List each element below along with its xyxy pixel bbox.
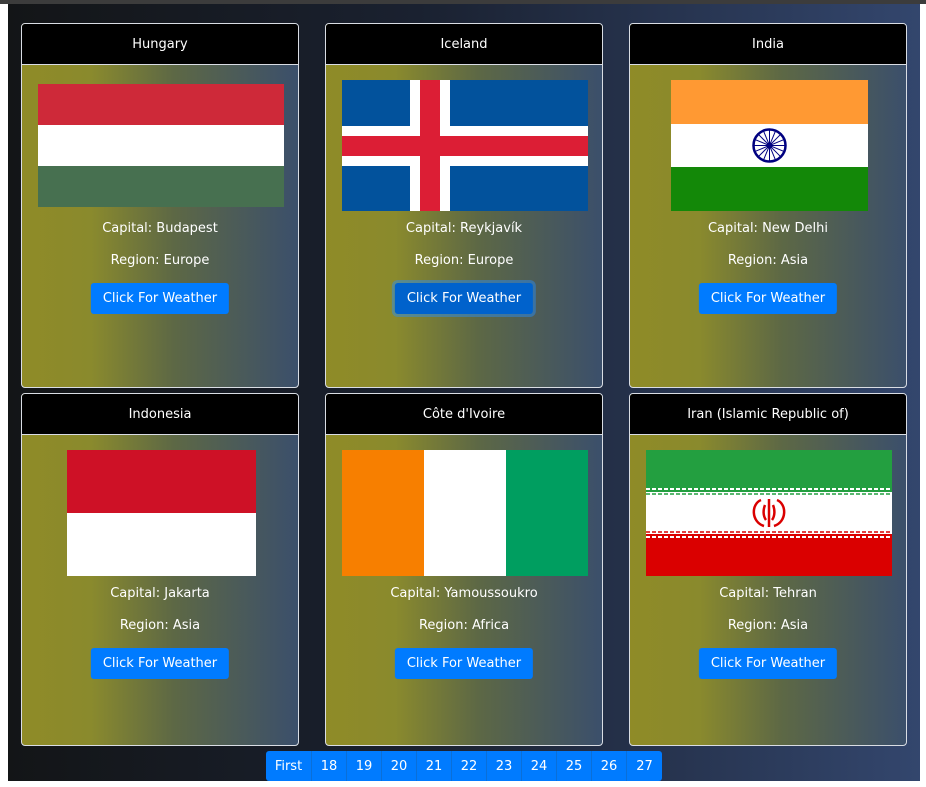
page-left-margin: [0, 4, 8, 787]
region-text: Region: Europe: [110, 253, 210, 268]
weather-button[interactable]: Click For Weather: [394, 648, 534, 679]
weather-button[interactable]: Click For Weather: [698, 283, 838, 314]
weather-button[interactable]: Click For Weather: [90, 283, 230, 314]
card-title: India: [630, 24, 906, 65]
country-card-cote-divoire: Côte d'Ivoire Capital: Yamoussoukro Regi…: [325, 393, 603, 746]
card-title: Hungary: [22, 24, 298, 65]
page-button-25[interactable]: 25: [557, 751, 592, 781]
iceland-flag-image: [342, 80, 588, 211]
country-card-indonesia: Indonesia Capital: Jakarta Region: Asia …: [21, 393, 299, 746]
region-text: Region: Asia: [727, 618, 809, 633]
capital-text: Capital: Yamoussoukro: [390, 586, 538, 601]
capital-text: Capital: Tehran: [719, 586, 817, 601]
page-button-22[interactable]: 22: [452, 751, 487, 781]
page-button-24[interactable]: 24: [522, 751, 557, 781]
page-button-20[interactable]: 20: [382, 751, 417, 781]
region-text: Region: Asia: [119, 618, 201, 633]
capital-text: Capital: Reykjavík: [405, 221, 523, 236]
page-first-button[interactable]: First: [266, 751, 312, 781]
page-button-26[interactable]: 26: [592, 751, 627, 781]
hungary-flag-image: [38, 84, 284, 207]
capital-text: Capital: New Delhi: [707, 221, 829, 236]
page-button-27[interactable]: 27: [627, 751, 662, 781]
cote-divoire-flag-image: [342, 450, 588, 576]
india-flag-image: [671, 80, 868, 211]
card-title: Iceland: [326, 24, 602, 65]
page-button-19[interactable]: 19: [347, 751, 382, 781]
iran-flag-image: [646, 450, 892, 576]
indonesia-flag-image: [67, 450, 256, 576]
page-button-21[interactable]: 21: [417, 751, 452, 781]
country-grid-area: Hungary Capital: Budapest Region: Europe…: [8, 4, 920, 781]
capital-text: Capital: Jakarta: [110, 586, 210, 601]
country-card-iran: Iran (Islamic Republic of) Capital: Tehr…: [629, 393, 907, 746]
card-title: Indonesia: [22, 394, 298, 435]
card-title: Côte d'Ivoire: [326, 394, 602, 435]
region-text: Region: Africa: [418, 618, 510, 633]
country-card-iceland: Iceland Capital: Reykjavík Region: Europ…: [325, 23, 603, 388]
page-button-18[interactable]: 18: [312, 751, 347, 781]
country-card-hungary: Hungary Capital: Budapest Region: Europe…: [21, 23, 299, 388]
card-title: Iran (Islamic Republic of): [630, 394, 906, 435]
pagination: First 18 19 20 21 22 23 24 25 26 27: [266, 751, 662, 781]
country-card-india: India Capital: New Delhi Region: Asia Cl…: [629, 23, 907, 388]
weather-button[interactable]: Click For Weather: [394, 283, 534, 314]
weather-button[interactable]: Click For Weather: [698, 648, 838, 679]
region-text: Region: Europe: [414, 253, 514, 268]
weather-button[interactable]: Click For Weather: [90, 648, 230, 679]
capital-text: Capital: Budapest: [102, 221, 218, 236]
page-button-23[interactable]: 23: [487, 751, 522, 781]
region-text: Region: Asia: [727, 253, 809, 268]
